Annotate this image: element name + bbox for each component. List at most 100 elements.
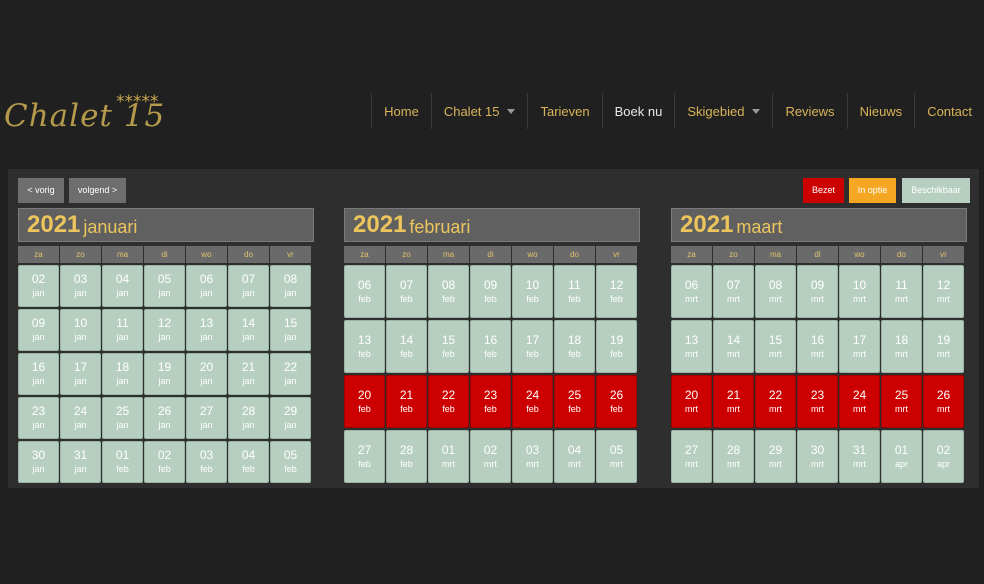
day-cell-available[interactable]: 07 feb <box>386 265 427 318</box>
day-cell-available[interactable]: 19 mrt <box>923 320 964 373</box>
day-cell-available[interactable]: 28 mrt <box>713 430 754 483</box>
day-cell-busy[interactable]: 22 mrt <box>755 375 796 428</box>
day-cell-available[interactable]: 08 feb <box>428 265 469 318</box>
day-cell-available[interactable]: 13 feb <box>344 320 385 373</box>
day-cell-available[interactable]: 12 mrt <box>923 265 964 318</box>
day-cell-available[interactable]: 03 mrt <box>512 430 553 483</box>
day-cell-available[interactable]: 05 feb <box>270 441 311 483</box>
day-cell-available[interactable]: 06 feb <box>344 265 385 318</box>
day-cell-available[interactable]: 16 jan <box>18 353 59 395</box>
day-cell-available[interactable]: 09 jan <box>18 309 59 351</box>
day-cell-available[interactable]: 24 jan <box>60 397 101 439</box>
day-cell-available[interactable]: 17 jan <box>60 353 101 395</box>
nav-reviews[interactable]: Reviews <box>772 93 846 129</box>
day-cell-busy[interactable]: 26 mrt <box>923 375 964 428</box>
day-cell-available[interactable]: 04 mrt <box>554 430 595 483</box>
day-cell-available[interactable]: 04 jan <box>102 265 143 307</box>
day-cell-available[interactable]: 03 jan <box>60 265 101 307</box>
day-cell-available[interactable]: 04 feb <box>228 441 269 483</box>
day-cell-available[interactable]: 02 mrt <box>470 430 511 483</box>
day-cell-available[interactable]: 22 jan <box>270 353 311 395</box>
day-cell-available[interactable]: 27 mrt <box>671 430 712 483</box>
day-cell-available[interactable]: 27 feb <box>344 430 385 483</box>
day-cell-available[interactable]: 12 feb <box>596 265 637 318</box>
day-cell-available[interactable]: 17 feb <box>512 320 553 373</box>
day-cell-available[interactable]: 11 jan <box>102 309 143 351</box>
day-cell-available[interactable]: 15 feb <box>428 320 469 373</box>
day-cell-busy[interactable]: 23 feb <box>470 375 511 428</box>
nav-boek-nu[interactable]: Boek nu <box>601 93 675 129</box>
day-cell-available[interactable]: 11 feb <box>554 265 595 318</box>
day-cell-available[interactable]: 10 feb <box>512 265 553 318</box>
site-logo[interactable]: Chalet 15 ***** <box>4 92 184 136</box>
day-cell-available[interactable]: 01 mrt <box>428 430 469 483</box>
day-cell-available[interactable]: 29 jan <box>270 397 311 439</box>
day-cell-busy[interactable]: 23 mrt <box>797 375 838 428</box>
day-cell-available[interactable]: 19 feb <box>596 320 637 373</box>
next-button[interactable]: volgend > <box>69 178 126 203</box>
day-cell-busy[interactable]: 20 mrt <box>671 375 712 428</box>
nav-contact[interactable]: Contact <box>914 93 984 129</box>
day-cell-available[interactable]: 30 mrt <box>797 430 838 483</box>
day-cell-available[interactable]: 01 apr <box>881 430 922 483</box>
day-cell-available[interactable]: 11 mrt <box>881 265 922 318</box>
day-cell-available[interactable]: 09 feb <box>470 265 511 318</box>
day-cell-available[interactable]: 18 mrt <box>881 320 922 373</box>
day-cell-busy[interactable]: 26 feb <box>596 375 637 428</box>
day-cell-available[interactable]: 05 jan <box>144 265 185 307</box>
day-cell-available[interactable]: 15 mrt <box>755 320 796 373</box>
day-cell-available[interactable]: 28 jan <box>228 397 269 439</box>
day-cell-available[interactable]: 25 jan <box>102 397 143 439</box>
day-cell-available[interactable]: 06 mrt <box>671 265 712 318</box>
nav-chalet15[interactable]: Chalet 15 <box>430 93 528 129</box>
day-cell-available[interactable]: 01 feb <box>102 441 143 483</box>
day-cell-available[interactable]: 31 mrt <box>839 430 880 483</box>
day-cell-available[interactable]: 19 jan <box>144 353 185 395</box>
day-cell-available[interactable]: 12 jan <box>144 309 185 351</box>
day-cell-available[interactable]: 07 jan <box>228 265 269 307</box>
day-cell-busy[interactable]: 22 feb <box>428 375 469 428</box>
day-cell-available[interactable]: 02 feb <box>144 441 185 483</box>
day-cell-available[interactable]: 08 jan <box>270 265 311 307</box>
day-cell-busy[interactable]: 24 feb <box>512 375 553 428</box>
day-cell-available[interactable]: 23 jan <box>18 397 59 439</box>
day-cell-available[interactable]: 10 mrt <box>839 265 880 318</box>
nav-nieuws[interactable]: Nieuws <box>846 93 915 129</box>
day-cell-available[interactable]: 30 jan <box>18 441 59 483</box>
day-cell-available[interactable]: 08 mrt <box>755 265 796 318</box>
day-cell-available[interactable]: 26 jan <box>144 397 185 439</box>
day-cell-busy[interactable]: 20 feb <box>344 375 385 428</box>
day-cell-available[interactable]: 29 mrt <box>755 430 796 483</box>
nav-skigebied[interactable]: Skigebied <box>674 93 772 129</box>
day-cell-available[interactable]: 16 feb <box>470 320 511 373</box>
day-cell-available[interactable]: 03 feb <box>186 441 227 483</box>
day-cell-available[interactable]: 27 jan <box>186 397 227 439</box>
day-cell-available[interactable]: 14 mrt <box>713 320 754 373</box>
nav-tarieven[interactable]: Tarieven <box>527 93 601 129</box>
day-cell-busy[interactable]: 25 mrt <box>881 375 922 428</box>
day-cell-available[interactable]: 21 jan <box>228 353 269 395</box>
day-cell-available[interactable]: 06 jan <box>186 265 227 307</box>
day-cell-available[interactable]: 02 jan <box>18 265 59 307</box>
day-cell-available[interactable]: 31 jan <box>60 441 101 483</box>
day-cell-busy[interactable]: 21 mrt <box>713 375 754 428</box>
day-cell-available[interactable]: 14 feb <box>386 320 427 373</box>
day-cell-busy[interactable]: 21 feb <box>386 375 427 428</box>
day-cell-available[interactable]: 16 mrt <box>797 320 838 373</box>
previous-button[interactable]: < vorig <box>18 178 64 203</box>
day-cell-available[interactable]: 10 jan <box>60 309 101 351</box>
day-cell-busy[interactable]: 24 mrt <box>839 375 880 428</box>
day-cell-available[interactable]: 20 jan <box>186 353 227 395</box>
day-cell-available[interactable]: 07 mrt <box>713 265 754 318</box>
nav-home[interactable]: Home <box>371 93 431 129</box>
day-cell-available[interactable]: 02 apr <box>923 430 964 483</box>
day-cell-available[interactable]: 13 jan <box>186 309 227 351</box>
day-cell-available[interactable]: 05 mrt <box>596 430 637 483</box>
day-cell-available[interactable]: 09 mrt <box>797 265 838 318</box>
day-cell-available[interactable]: 28 feb <box>386 430 427 483</box>
day-cell-available[interactable]: 13 mrt <box>671 320 712 373</box>
day-cell-available[interactable]: 15 jan <box>270 309 311 351</box>
day-cell-available[interactable]: 17 mrt <box>839 320 880 373</box>
day-cell-available[interactable]: 14 jan <box>228 309 269 351</box>
day-cell-available[interactable]: 18 feb <box>554 320 595 373</box>
